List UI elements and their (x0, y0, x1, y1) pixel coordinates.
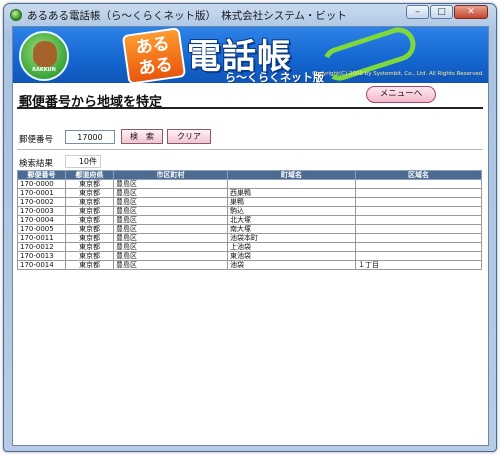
cell-city: 豊島区 (113, 179, 228, 189)
cell-city: 豊島区 (113, 224, 228, 234)
cell-town: 駒込 (227, 206, 356, 216)
column-header-area: 区域名 (355, 170, 482, 180)
cell-town: 北大塚 (227, 215, 356, 225)
table-row[interactable]: 170-0002 東京都 豊島区 巣鴨 (17, 197, 482, 207)
cell-zip: 170-0014 (17, 260, 66, 270)
menu-button[interactable]: メニューへ (366, 86, 436, 103)
search-form: 郵便番号 検 索 クリア (17, 129, 483, 147)
cell-town: 南大塚 (227, 224, 356, 234)
cell-city: 豊島区 (113, 260, 228, 270)
cell-area: １丁目 (355, 260, 482, 270)
cell-prefecture: 東京都 (65, 251, 114, 261)
cell-town: 池袋本町 (227, 233, 356, 243)
client-area: RAKKUN ある ある 電話帳 ら〜くらくネット版 Copyright(C) 2… (12, 26, 489, 446)
cell-prefecture: 東京都 (65, 215, 114, 225)
column-header-prefecture: 都道府県 (65, 170, 114, 180)
header-banner: RAKKUN ある ある 電話帳 ら〜くらくネット版 Copyright(C) 2… (13, 27, 488, 83)
cell-prefecture: 東京都 (65, 197, 114, 207)
cell-zip: 170-0002 (17, 197, 66, 207)
close-button[interactable]: ✕ (454, 5, 488, 19)
result-label: 検索結果 (19, 159, 54, 169)
cell-area (355, 206, 482, 216)
page-title: 郵便番号から地域を特定 (19, 95, 163, 110)
cell-town: 西巣鴨 (227, 188, 356, 198)
table-row[interactable]: 170-0004 東京都 豊島区 北大塚 (17, 215, 482, 225)
cell-area (355, 197, 482, 207)
cell-city: 豊島区 (113, 242, 228, 252)
mascot-face-icon (33, 41, 57, 67)
result-summary: 検索結果 10件 (17, 155, 217, 169)
cell-zip: 170-0000 (17, 179, 66, 189)
results-table: 郵便番号 都道府県 市区町村 町域名 区域名 170-0000 東京都 豊島区 … (17, 170, 482, 270)
zip-input[interactable] (65, 130, 115, 144)
cell-zip: 170-0003 (17, 206, 66, 216)
window-controls: – □ ✕ (406, 5, 488, 19)
cell-prefecture: 東京都 (65, 242, 114, 252)
cell-area (355, 251, 482, 261)
table-row[interactable]: 170-0003 東京都 豊島区 駒込 (17, 206, 482, 216)
cell-prefecture: 東京都 (65, 233, 114, 243)
cell-area (355, 179, 482, 189)
column-header-zip: 郵便番号 (17, 170, 66, 180)
cell-city: 豊島区 (113, 215, 228, 225)
table-row[interactable]: 170-0005 東京都 豊島区 南大塚 (17, 224, 482, 234)
cell-prefecture: 東京都 (65, 224, 114, 234)
cell-zip: 170-0011 (17, 233, 66, 243)
mascot-logo: RAKKUN (19, 31, 69, 81)
cell-zip: 170-0012 (17, 242, 66, 252)
cell-city: 豊島区 (113, 188, 228, 198)
cell-city: 豊島区 (113, 197, 228, 207)
divider (17, 149, 483, 150)
window-title: あるある電話帳（ら〜くらくネット版） 株式会社システム・ビット (27, 10, 347, 22)
cell-area (355, 242, 482, 252)
cell-city: 豊島区 (113, 206, 228, 216)
copyright-text: Copyright(C) 2009 by Systembit, Co., Ltd… (312, 71, 484, 77)
table-header-row: 郵便番号 都道府県 市区町村 町域名 区域名 (17, 170, 482, 180)
table-row[interactable]: 170-0014 東京都 豊島区 池袋 １丁目 (17, 260, 482, 270)
cell-city: 豊島区 (113, 251, 228, 261)
app-logo: ある ある 電話帳 ら〜くらくネット版 (121, 27, 420, 83)
logo-badge: ある ある (121, 27, 187, 83)
mascot-label: RAKKUN (32, 67, 56, 73)
cell-prefecture: 東京都 (65, 260, 114, 270)
cell-area (355, 188, 482, 198)
cell-town: 巣鴨 (227, 197, 356, 207)
column-header-city: 市区町村 (113, 170, 228, 180)
app-window: あるある電話帳（ら〜くらくネット版） 株式会社システム・ビット – □ ✕ RA… (3, 3, 497, 452)
maximize-button[interactable]: □ (430, 5, 453, 19)
cell-zip: 170-0005 (17, 224, 66, 234)
cell-prefecture: 東京都 (65, 206, 114, 216)
cell-area (355, 215, 482, 225)
cell-zip: 170-0001 (17, 188, 66, 198)
cell-area (355, 233, 482, 243)
cell-prefecture: 東京都 (65, 179, 114, 189)
clear-button[interactable]: クリア (167, 129, 211, 144)
logo-subtitle: ら〜くらくネット版 (225, 71, 324, 83)
zip-label: 郵便番号 (19, 135, 54, 145)
search-button[interactable]: 検 索 (121, 129, 163, 144)
cell-town: 東池袋 (227, 251, 356, 261)
cell-town: 池袋 (227, 260, 356, 270)
title-bar[interactable]: あるある電話帳（ら〜くらくネット版） 株式会社システム・ビット – □ ✕ (4, 4, 496, 26)
column-header-town: 町域名 (227, 170, 356, 180)
minimize-button[interactable]: – (406, 5, 429, 19)
table-row[interactable]: 170-0012 東京都 豊島区 上池袋 (17, 242, 482, 252)
cell-zip: 170-0004 (17, 215, 66, 225)
cell-town (227, 179, 356, 189)
table-row[interactable]: 170-0011 東京都 豊島区 池袋本町 (17, 233, 482, 243)
cell-zip: 170-0013 (17, 251, 66, 261)
heading-row: 郵便番号から地域を特定 メニューへ (17, 85, 483, 110)
table-row[interactable]: 170-0000 東京都 豊島区 (17, 179, 482, 189)
cell-area (355, 224, 482, 234)
table-row[interactable]: 170-0013 東京都 豊島区 東池袋 (17, 251, 482, 261)
cell-city: 豊島区 (113, 233, 228, 243)
table-row[interactable]: 170-0001 東京都 豊島区 西巣鴨 (17, 188, 482, 198)
result-count: 10件 (65, 155, 101, 168)
app-icon (10, 9, 22, 21)
cell-prefecture: 東京都 (65, 188, 114, 198)
cell-town: 上池袋 (227, 242, 356, 252)
